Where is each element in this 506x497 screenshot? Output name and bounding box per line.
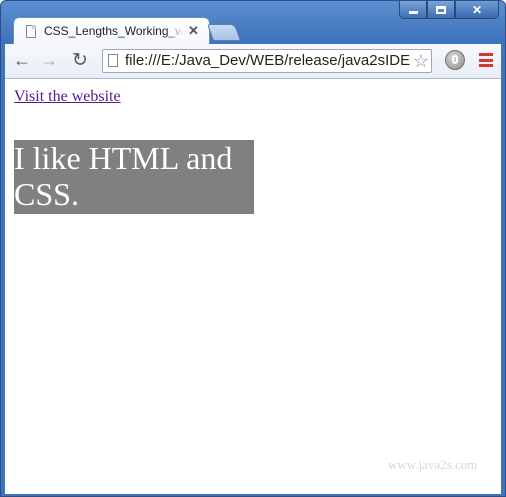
menu-icon[interactable] <box>479 53 493 67</box>
visit-website-link[interactable]: Visit the website <box>14 88 121 106</box>
browser-toolbar: ← → ↻ file:///E:/Java_Dev/WEB/release/ja… <box>5 44 501 79</box>
tab-close-icon[interactable]: ✕ <box>188 23 199 39</box>
close-window-button[interactable]: ✕ <box>455 1 499 19</box>
page-content: Visit the website I like HTML and CSS. w… <box>5 79 501 494</box>
back-arrow-icon[interactable]: ← <box>11 49 33 71</box>
browser-window: CSS_Lengths_Working_wit ✕ ✕ ← → ↻ file:/… <box>0 0 506 497</box>
address-bar[interactable]: file:///E:/Java_Dev/WEB/release/java2sID… <box>102 49 432 73</box>
minimize-button[interactable] <box>399 1 427 19</box>
url-text[interactable]: file:///E:/Java_Dev/WEB/release/java2sID… <box>125 52 415 69</box>
extension-icon[interactable] <box>445 50 465 70</box>
title-bar: CSS_Lengths_Working_wit ✕ ✕ <box>1 1 505 46</box>
browser-tab[interactable]: CSS_Lengths_Working_wit ✕ <box>13 17 210 46</box>
text-box: I like HTML and CSS. <box>14 140 254 214</box>
maximize-icon <box>436 5 446 14</box>
page-icon <box>108 54 118 67</box>
bookmark-star-icon[interactable]: ☆ <box>413 51 429 72</box>
window-controls: ✕ <box>399 1 499 21</box>
minimize-icon <box>408 11 418 14</box>
box-text: I like HTML and CSS. <box>14 140 233 212</box>
reload-icon[interactable]: ↻ <box>69 49 91 71</box>
watermark: www.java2s.com <box>388 457 478 472</box>
tab-title: CSS_Lengths_Working_wit <box>44 24 184 38</box>
close-icon: ✕ <box>471 2 483 17</box>
forward-arrow-icon[interactable]: → <box>38 49 60 71</box>
new-tab-button[interactable] <box>206 24 242 41</box>
maximize-button[interactable] <box>427 1 455 19</box>
page-icon <box>26 25 36 38</box>
